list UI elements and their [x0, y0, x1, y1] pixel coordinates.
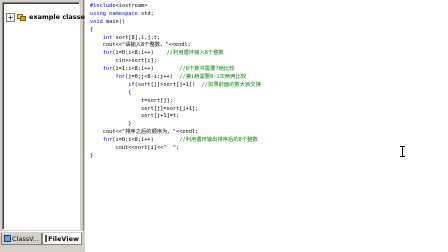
tab-class-view[interactable]: ClassV...	[1, 233, 42, 245]
code-keyword: void	[90, 18, 103, 25]
code-line[interactable]: cin>>sort[i];	[90, 58, 261, 66]
code-text: t=sort[j];	[141, 97, 173, 104]
tab-class-view-label: ClassV...	[12, 234, 39, 243]
code-text: (j=0;j<8-i;j++)	[125, 74, 173, 81]
code-line[interactable]: using namespace std;	[90, 11, 261, 19]
tab-file-view[interactable]: FileView	[42, 233, 82, 245]
code-line[interactable]: for(i=0;i<8;i++) //利用循环输出排序后的8个整数	[90, 137, 261, 145]
code-comment: //如果前面的数大就交换	[195, 81, 261, 88]
expand-icon[interactable]: +	[6, 12, 15, 22]
code-line[interactable]: for(i=1;i<8;i++) //8个数共需要7趟比较	[90, 66, 261, 74]
code-text: (i=0;i<8;i++)	[112, 137, 154, 144]
code-comment: //利用循环输入8个整数	[153, 50, 224, 57]
code-text: sort[j]=sort[j+1];	[141, 105, 199, 112]
tree-item-label: example classes	[29, 13, 89, 21]
code-comment: //利用循环输出排序后的8个整数	[153, 137, 258, 144]
code-line[interactable]: {	[90, 27, 261, 35]
code-text: <iostream>	[115, 3, 148, 9]
code-text: (i=0;i<8;i++)	[112, 50, 154, 57]
code-comment: //第i趟需要8-i次两两比较	[172, 74, 247, 81]
code-text: cin>>sort[i];	[115, 58, 157, 65]
code-keyword: #include	[90, 3, 116, 9]
code-line[interactable]: sort[j]=sort[j+1];	[90, 106, 261, 114]
code-line[interactable]: cout<<sort[i]<<" ";	[90, 145, 261, 153]
code-line[interactable]: #include<iostream>	[90, 3, 261, 11]
code-keyword: for	[115, 74, 126, 81]
code-line[interactable]: }	[90, 153, 261, 161]
code-text: sort[8],i,j,t;	[112, 34, 161, 41]
code-editor[interactable]: #include<iostream> using namespace std; vo…	[85, 0, 448, 252]
code-line[interactable]: {	[90, 90, 261, 98]
code-text: cout<<sort[i]<<" ";	[115, 145, 180, 152]
code-line[interactable]: cout<<"排序之后的顺序为，"<<endl;	[90, 129, 261, 137]
code-text: sort[j+1]=t;	[141, 113, 180, 120]
code-text: std;	[137, 10, 154, 17]
code-comment: //8个数共需要7趟比较	[153, 66, 235, 73]
code-line[interactable]: t=sort[j];	[90, 98, 261, 106]
code-text: }	[90, 152, 94, 159]
tab-file-view-label: FileView	[48, 234, 79, 243]
source-code[interactable]: #include<iostream> using namespace std; vo…	[90, 3, 261, 161]
tree-item-example-classes[interactable]: + example classes	[6, 12, 89, 22]
code-text: }	[128, 121, 132, 128]
code-keyword: int	[102, 34, 113, 41]
code-keyword: for	[102, 137, 113, 144]
code-text: {	[90, 26, 94, 33]
code-text: cout<<"排序之后的顺序为，"<<endl;	[102, 129, 199, 136]
file-view-icon	[45, 235, 48, 242]
i-beam-cursor-icon	[400, 146, 406, 157]
code-text: cout<<"请输入8个整数，"<<endl;	[102, 42, 191, 49]
workspace-pane: + example classes ClassV... FileView	[0, 0, 89, 252]
workspace-tabs: ClassV... FileView	[0, 231, 84, 252]
code-line[interactable]: for(i=0;i<8;i++) //利用循环输入8个整数	[90, 50, 261, 58]
code-text: main()	[102, 18, 126, 25]
code-line[interactable]: for(j=0;j<8-i;j++) //第i趟需要8-i次两两比较	[90, 74, 261, 82]
code-text: (sort[j]>sort[j+1])	[134, 81, 196, 88]
code-line[interactable]: if(sort[j]>sort[j+1]) //如果前面的数大就交换	[90, 82, 261, 90]
class-view-icon	[4, 235, 11, 242]
workspace-tree[interactable]: + example classes	[2, 2, 89, 230]
code-text: {	[128, 89, 132, 96]
code-line[interactable]: void main()	[90, 19, 261, 27]
code-keyword: for	[102, 50, 113, 57]
code-keyword: using namespace	[90, 10, 138, 17]
code-line[interactable]: sort[j+1]=t;	[90, 113, 261, 121]
code-keyword: for	[102, 66, 113, 73]
code-text: (i=1;i<8;i++)	[112, 66, 154, 73]
workspace-icon	[17, 13, 27, 22]
